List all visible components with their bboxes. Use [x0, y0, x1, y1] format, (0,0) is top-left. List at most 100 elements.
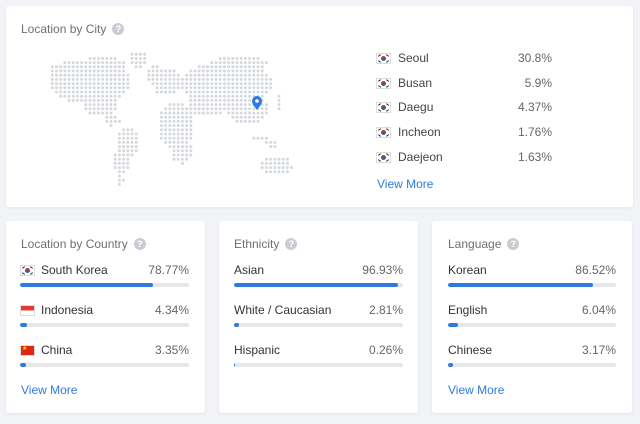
map-dot: [172, 103, 176, 107]
map-dot: [256, 56, 260, 60]
map-dot: [117, 94, 121, 98]
country-progress-bar: [20, 363, 189, 367]
city-name: Daegu: [398, 100, 434, 114]
language-view-more-link[interactable]: View More: [448, 383, 504, 397]
map-dot: [88, 69, 92, 73]
map-dot: [88, 82, 92, 86]
map-dot: [172, 115, 176, 119]
map-dot: [176, 136, 180, 140]
map-dot: [122, 178, 126, 182]
map-dot: [248, 111, 252, 115]
map-dot: [80, 94, 84, 98]
map-dot: [63, 94, 67, 98]
map-dot: [260, 61, 264, 65]
map-dot: [168, 90, 172, 94]
map-dot: [172, 86, 176, 90]
map-dot: [159, 128, 163, 132]
map-dot: [54, 65, 58, 69]
map-dot: [75, 94, 79, 98]
map-dot: [151, 82, 155, 86]
map-dot: [248, 94, 252, 98]
map-dot: [222, 65, 226, 69]
map-dot: [264, 111, 268, 115]
map-dot: [193, 82, 197, 86]
map-dot: [80, 86, 84, 90]
map-dot: [67, 90, 71, 94]
map-dot: [189, 107, 193, 111]
map-dot: [189, 119, 193, 123]
map-dot: [164, 77, 168, 81]
map-dot: [256, 119, 260, 123]
map-dot: [63, 65, 67, 69]
map-dot: [155, 65, 159, 69]
map-dot: [185, 90, 189, 94]
ethnicity-card: Ethnicity ? Asian 96.93% White / Caucasi…: [219, 221, 418, 413]
map-dot: [264, 103, 268, 107]
map-dot: [59, 65, 63, 69]
map-dot: [218, 82, 222, 86]
map-dot: [172, 77, 176, 81]
map-dot: [101, 82, 105, 86]
city-name: Busan: [398, 76, 433, 90]
map-dot: [218, 77, 222, 81]
map-dot: [109, 82, 113, 86]
map-dot: [281, 170, 285, 174]
map-dot: [214, 86, 218, 90]
map-dot: [117, 149, 121, 153]
map-dot: [134, 61, 138, 65]
help-icon[interactable]: ?: [285, 238, 298, 250]
map-dot: [206, 86, 210, 90]
map-dot: [67, 86, 71, 90]
map-dot: [264, 161, 268, 165]
map-dot: [164, 69, 168, 73]
help-icon[interactable]: ?: [133, 238, 146, 250]
help-icon[interactable]: ?: [112, 23, 125, 35]
map-dot: [285, 157, 289, 161]
map-dot: [164, 107, 168, 111]
map-dot: [264, 86, 268, 90]
map-dot: [218, 61, 222, 65]
map-dot: [109, 107, 113, 111]
map-dot: [172, 140, 176, 144]
map-dot: [227, 61, 231, 65]
map-dot: [214, 90, 218, 94]
country-progress-bar: [20, 323, 189, 327]
map-dot: [122, 86, 126, 90]
map-dot: [126, 145, 130, 149]
map-dot: [126, 132, 130, 136]
map-dot: [264, 77, 268, 81]
map-dot: [231, 77, 235, 81]
map-dot: [235, 90, 239, 94]
map-dot: [197, 103, 201, 107]
map-dot: [101, 98, 105, 102]
map-dot: [189, 115, 193, 119]
map-dot: [134, 149, 138, 153]
map-dot: [256, 77, 260, 81]
map-dot: [239, 94, 243, 98]
map-dot: [155, 86, 159, 90]
map-dot: [54, 69, 58, 73]
city-view-more-link[interactable]: View More: [377, 177, 433, 191]
map-dot: [180, 153, 184, 157]
map-dot: [151, 77, 155, 81]
country-view-more-link[interactable]: View More: [21, 383, 77, 397]
map-dot: [256, 82, 260, 86]
map-dot: [113, 73, 117, 77]
map-dot: [185, 86, 189, 90]
country-percentage: 3.35%: [154, 343, 189, 357]
language-label: Korean: [448, 263, 487, 277]
map-dot: [147, 73, 151, 77]
map-dot: [273, 166, 277, 170]
map-dot: [235, 73, 239, 77]
map-dot: [105, 86, 109, 90]
map-dot: [172, 136, 176, 140]
map-dot: [260, 136, 264, 140]
map-dot: [168, 124, 172, 128]
map-dot: [130, 128, 134, 132]
map-dot: [260, 111, 264, 115]
map-dot: [159, 136, 163, 140]
map-dot: [80, 90, 84, 94]
help-icon[interactable]: ?: [507, 238, 520, 250]
ethnicity-row: Hispanic 0.26%: [234, 342, 403, 358]
map-dot: [180, 161, 184, 165]
